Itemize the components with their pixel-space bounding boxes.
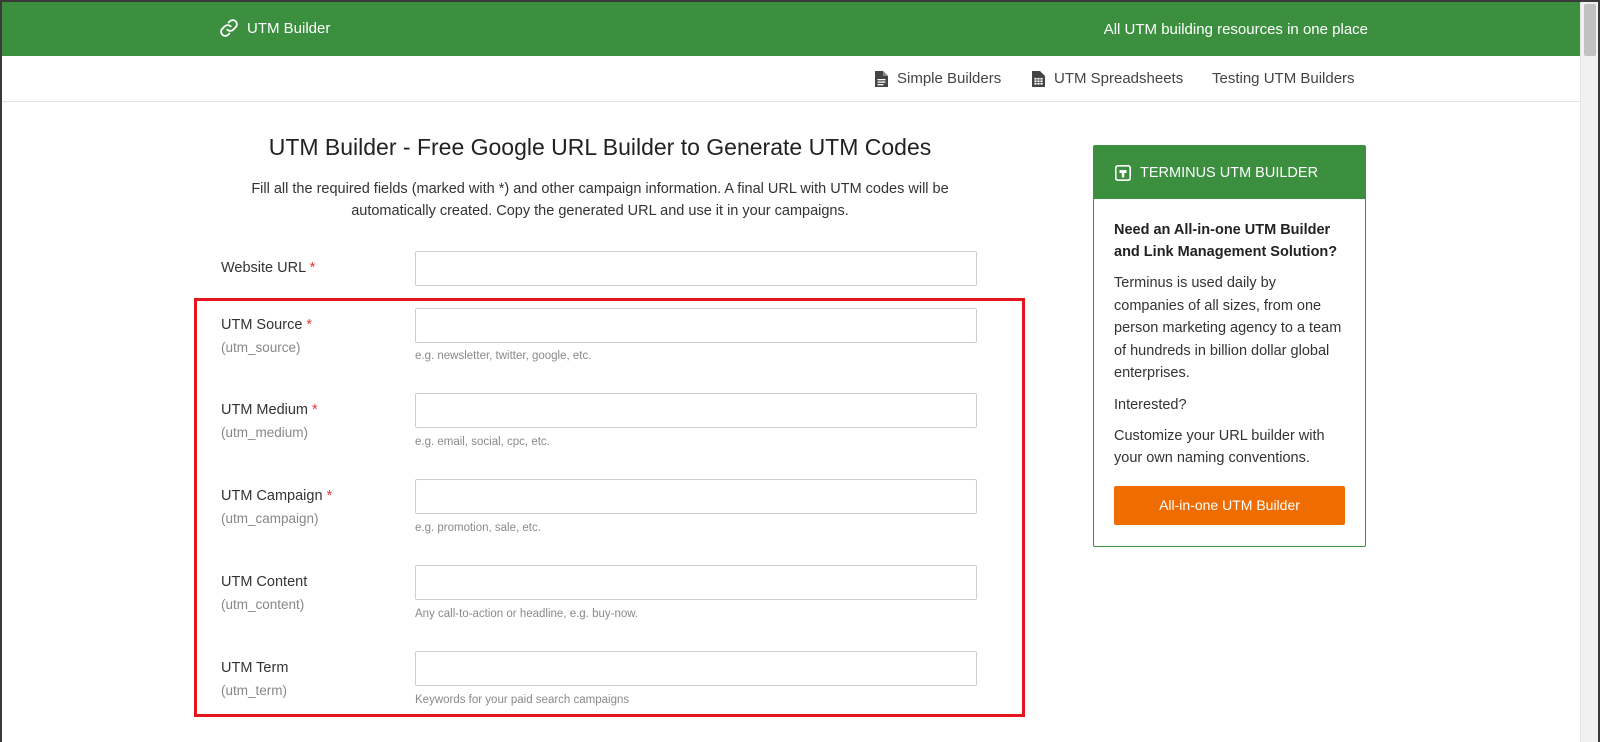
scrollbar-thumb[interactable]: [1584, 4, 1596, 56]
utm-campaign-param: (utm_campaign): [221, 511, 319, 526]
terminus-logo-icon: [1115, 164, 1131, 181]
label-text: UTM Campaign: [221, 488, 323, 504]
utm-campaign-label: UTM Campaign *: [221, 488, 332, 504]
card-heading: Need an All-in-one UTM Builder and Link …: [1114, 222, 1338, 260]
all-in-one-utm-builder-button[interactable]: All-in-one UTM Builder: [1114, 485, 1345, 525]
utm-content-hint: Any call-to-action or headline, e.g. buy…: [415, 608, 639, 620]
nav-label: UTM Spreadsheets: [1054, 70, 1184, 87]
brand-logo[interactable]: UTM Builder: [219, 18, 330, 38]
utm-term-input[interactable]: [415, 651, 977, 686]
nav-label: Simple Builders: [897, 70, 1002, 87]
spreadsheet-icon: [1032, 70, 1045, 87]
utm-campaign-hint: e.g. promotion, sale, etc.: [415, 522, 541, 534]
utm-content-label: UTM Content: [221, 574, 307, 590]
secondary-nav: Simple Builders UTM Spreadsheets Testing…: [2, 56, 1584, 102]
nav-testing-utm-builders[interactable]: Testing UTM Builders: [1212, 70, 1355, 87]
nav-utm-spreadsheets[interactable]: UTM Spreadsheets: [1032, 70, 1183, 87]
link-icon: [220, 19, 238, 37]
document-icon: [875, 70, 888, 87]
utm-source-hint: e.g. newsletter, twitter, google, etc.: [415, 350, 592, 362]
website-url-input[interactable]: [415, 251, 977, 286]
utm-campaign-input[interactable]: [415, 479, 977, 514]
header-tagline: All UTM building resources in one place: [1103, 21, 1368, 38]
top-header-bar: UTM Builder All UTM building resources i…: [2, 2, 1584, 56]
utm-medium-param: (utm_medium): [221, 425, 309, 440]
required-mark: *: [326, 488, 333, 504]
utm-source-param: (utm_source): [221, 340, 301, 355]
utm-medium-label: UTM Medium *: [221, 402, 318, 418]
terminus-promo-card: TERMINUS UTM BUILDER Need an All-in-one …: [1093, 145, 1366, 547]
utm-content-input[interactable]: [415, 565, 977, 600]
intro-text: Fill all the required fields (marked wit…: [251, 181, 949, 219]
card-customize-text: Customize your URL builder with your own…: [1114, 427, 1325, 467]
utm-source-input[interactable]: [415, 308, 977, 343]
required-mark: *: [312, 402, 318, 418]
utm-medium-input[interactable]: [415, 393, 977, 428]
label-text: UTM Medium: [221, 402, 309, 418]
page-scrollbar[interactable]: [1580, 2, 1598, 742]
card-header-title: TERMINUS UTM BUILDER: [1140, 164, 1319, 181]
page-title: UTM Builder - Free Google URL Builder to…: [268, 134, 932, 160]
card-description: Terminus is used daily by companies of a…: [1114, 275, 1342, 381]
nav-simple-builders[interactable]: Simple Builders: [875, 70, 1001, 87]
label-text: UTM Term: [221, 660, 289, 676]
brand-name: UTM Builder: [247, 19, 331, 37]
card-body: Need an All-in-one UTM Builder and Link …: [1094, 199, 1365, 525]
utm-term-hint: Keywords for your paid search campaigns: [415, 694, 630, 706]
utm-term-label: UTM Term: [221, 660, 288, 676]
required-mark: *: [309, 260, 316, 276]
card-header: TERMINUS UTM BUILDER: [1094, 146, 1365, 199]
website-url-label: Website URL *: [221, 260, 315, 276]
utm-content-param: (utm_content): [221, 597, 305, 612]
required-mark: *: [306, 317, 313, 333]
label-text: UTM Source: [221, 317, 303, 333]
utm-medium-hint: e.g. email, social, cpc, etc.: [415, 436, 550, 448]
utm-source-label: UTM Source *: [221, 317, 312, 333]
nav-label: Testing UTM Builders: [1212, 70, 1355, 87]
label-text: UTM Content: [221, 574, 308, 590]
utm-term-param: (utm_term): [221, 683, 288, 698]
card-interested: Interested?: [1114, 396, 1187, 413]
label-text: Website URL: [221, 260, 306, 276]
